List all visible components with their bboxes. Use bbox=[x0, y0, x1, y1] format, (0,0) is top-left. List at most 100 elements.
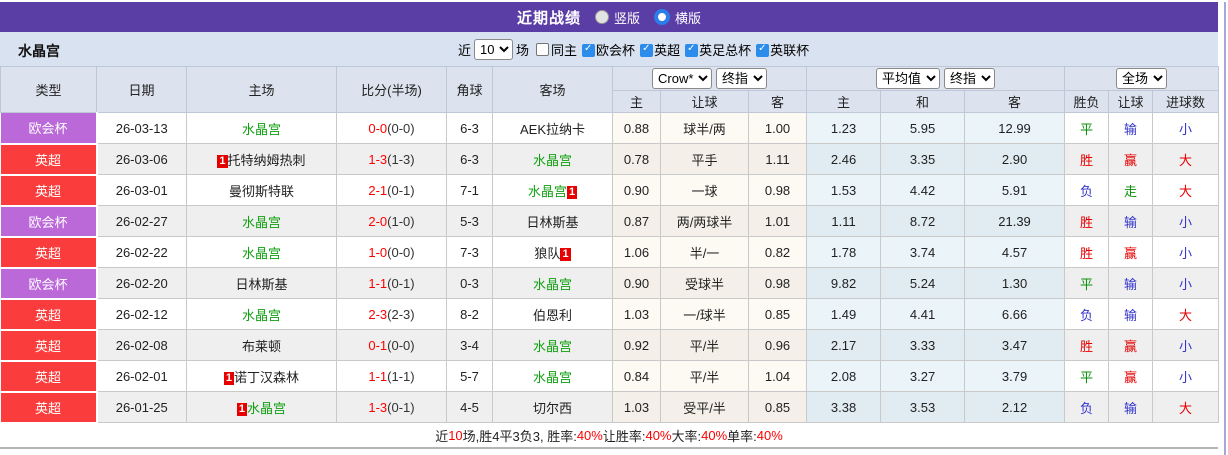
result-handicap-cell: 赢 bbox=[1108, 360, 1154, 392]
result-handicap-value: 输 bbox=[1124, 121, 1138, 137]
fulltime-score: 2-3 bbox=[368, 306, 388, 322]
odds-time-select[interactable]: 终指 bbox=[716, 68, 768, 89]
result-scope-select[interactable]: 全场 bbox=[1116, 68, 1168, 89]
odds-away-cell: 0.98 bbox=[747, 267, 808, 299]
league-filter-label: 英联杯 bbox=[770, 42, 810, 58]
result-scope-group: 全场 bbox=[1064, 66, 1220, 91]
league-type-cell: 英超 bbox=[0, 174, 98, 207]
avg-source-select[interactable]: 平均值 bbox=[876, 68, 941, 89]
games-label: 场 bbox=[516, 42, 530, 58]
avg-home-cell: 9.82 bbox=[806, 267, 882, 299]
home-team-cell: 日林斯基 bbox=[186, 267, 337, 299]
odds-line-cell: 两/两球半 bbox=[660, 205, 749, 237]
odds-line-cell: 平手 bbox=[660, 143, 749, 175]
result-outcome-cell: 胜 bbox=[1064, 329, 1110, 361]
radio-vertical-layout[interactable]: 竖版 bbox=[594, 8, 640, 27]
league-checkbox[interactable] bbox=[640, 43, 654, 57]
league-checkbox[interactable] bbox=[685, 43, 699, 57]
league-badge-label: 英超 bbox=[34, 245, 61, 261]
result-handicap-value: 走 bbox=[1124, 183, 1138, 199]
summary-footer: 近 10 场,胜4平3负3, 胜率: 40% 让胜率: 40% 大率: 40% 单率: 40… bbox=[0, 423, 1218, 449]
radio-unselected-icon[interactable] bbox=[594, 10, 609, 24]
radio-selected-icon[interactable] bbox=[654, 9, 670, 25]
odds-dropdown-group: Crow* 终指 bbox=[611, 66, 808, 91]
date-cell: 26-03-13 bbox=[96, 112, 187, 144]
result-outcome-value: 平 bbox=[1080, 369, 1094, 385]
avg-draw-cell: 3.33 bbox=[880, 329, 966, 361]
avg-draw-cell: 8.72 bbox=[880, 205, 966, 237]
same-home-checkbox[interactable] bbox=[536, 42, 550, 56]
halftime-score: (0-0) bbox=[387, 337, 415, 353]
score-cell: 2-1(0-1) bbox=[336, 174, 447, 206]
league-type-cell: 欧会杯 bbox=[0, 205, 98, 238]
odds-home-cell: 0.92 bbox=[612, 329, 661, 361]
fulltime-score: 1-3 bbox=[368, 151, 388, 167]
result-outcome-cell: 负 bbox=[1064, 391, 1110, 423]
result-outcome-cell: 胜 bbox=[1064, 143, 1110, 175]
home-team-cell: 1 托特纳姆热刺 bbox=[186, 143, 337, 175]
table-row: 欧会杯 26-03-13 水晶宫 0-0(0-0) 6-3 AEK拉纳卡 0.88 球半/两 1… bbox=[0, 112, 1220, 145]
subheader-avg_sub-1: 和 bbox=[880, 90, 966, 113]
away-team-cell: 切尔西 bbox=[492, 391, 613, 423]
odds-home-cell: 0.78 bbox=[612, 143, 661, 175]
summary-segment: 40% bbox=[756, 427, 783, 443]
home-team-name: 托特纳姆热刺 bbox=[227, 152, 306, 168]
header-date: 日期 bbox=[96, 66, 187, 113]
avg-draw-cell: 4.41 bbox=[880, 298, 966, 330]
avg-away-cell: 6.66 bbox=[964, 298, 1066, 330]
results-table: 类型 日期 主场 比分(半场) 角球 客场 Crow* 终指 平均值 终指 全场… bbox=[0, 66, 1220, 424]
subheader-result_sub-0: 胜负 bbox=[1064, 90, 1110, 113]
fulltime-score: 1-0 bbox=[368, 244, 388, 260]
summary-segment: 40% bbox=[645, 427, 672, 443]
halftime-score: (1-1) bbox=[387, 368, 415, 384]
page-title: 近期战绩 bbox=[516, 9, 581, 27]
away-team-cell: 水晶宫 bbox=[492, 143, 613, 175]
corner-cell: 4-5 bbox=[446, 391, 493, 423]
summary-segment: 10 bbox=[448, 427, 463, 443]
rank-badge: 1 bbox=[217, 154, 228, 168]
odds-line-cell: 平/半 bbox=[660, 329, 749, 361]
league-type-cell: 英超 bbox=[0, 391, 98, 424]
league-checkbox[interactable] bbox=[582, 43, 596, 57]
result-goals-cell: 小 bbox=[1152, 205, 1220, 237]
avg-draw-cell: 5.24 bbox=[880, 267, 966, 299]
odds-source-select[interactable]: Crow* bbox=[652, 68, 713, 89]
summary-segment: 40% bbox=[701, 427, 728, 443]
away-team-cell: 水晶宫 bbox=[492, 329, 613, 361]
odds-line-cell: 一球 bbox=[660, 174, 749, 206]
result-outcome-cell: 平 bbox=[1064, 267, 1110, 299]
league-filter-label: 欧会杯 bbox=[596, 42, 636, 58]
summary-segment: 40% bbox=[576, 427, 603, 443]
away-team-cell: 水晶宫 bbox=[492, 267, 613, 299]
avg-time-select[interactable]: 终指 bbox=[944, 68, 996, 89]
away-team-cell: 日林斯基 bbox=[492, 205, 613, 237]
odds-line-cell: 球半/两 bbox=[660, 112, 749, 144]
home-team-cell: 曼彻斯特联 bbox=[186, 174, 337, 206]
league-badge-label: 英超 bbox=[34, 369, 61, 385]
title-bar: 近期战绩 竖版 横版 bbox=[0, 2, 1218, 32]
summary-segment: 让胜率: bbox=[602, 428, 646, 444]
table-row: 英超 26-02-08 布莱顿 0-1(0-0) 3-4 水晶宫 0.92 平/半 0.96 2.… bbox=[0, 329, 1220, 362]
corner-cell: 3-4 bbox=[446, 329, 493, 361]
odds-line-cell: 平/半 bbox=[660, 360, 749, 392]
home-team-cell: 水晶宫 bbox=[186, 298, 337, 330]
avg-draw-cell: 3.35 bbox=[880, 143, 966, 175]
recent-count-select[interactable]: 10 bbox=[474, 38, 514, 60]
corner-cell: 7-1 bbox=[446, 174, 493, 206]
odds-away-cell: 0.98 bbox=[747, 174, 808, 206]
subheader-avg_sub-2: 客 bbox=[964, 90, 1066, 113]
odds-line-cell: 半/一 bbox=[660, 236, 749, 268]
recent-results-panel: 近期战绩 竖版 横版 水晶宫 近 10 场 同主 欧会杯英超英足总杯英联杯 bbox=[0, 2, 1228, 455]
away-team-name: 切尔西 bbox=[532, 400, 572, 416]
summary-segment: 场,胜4平3负3, 胜率: bbox=[462, 428, 577, 444]
odds-home-cell: 0.84 bbox=[612, 360, 661, 392]
home-team-name: 水晶宫 bbox=[241, 245, 281, 261]
summary-segment: 近 bbox=[435, 428, 449, 444]
radio-horizontal-layout[interactable]: 横版 bbox=[654, 8, 701, 27]
radio-vertical-label: 竖版 bbox=[613, 10, 640, 26]
corner-cell: 5-7 bbox=[446, 360, 493, 392]
away-team-name: 狼队 bbox=[534, 245, 561, 261]
league-checkbox[interactable] bbox=[756, 43, 770, 57]
avg-home-cell: 1.78 bbox=[806, 236, 882, 268]
result-outcome-cell: 胜 bbox=[1064, 236, 1110, 268]
